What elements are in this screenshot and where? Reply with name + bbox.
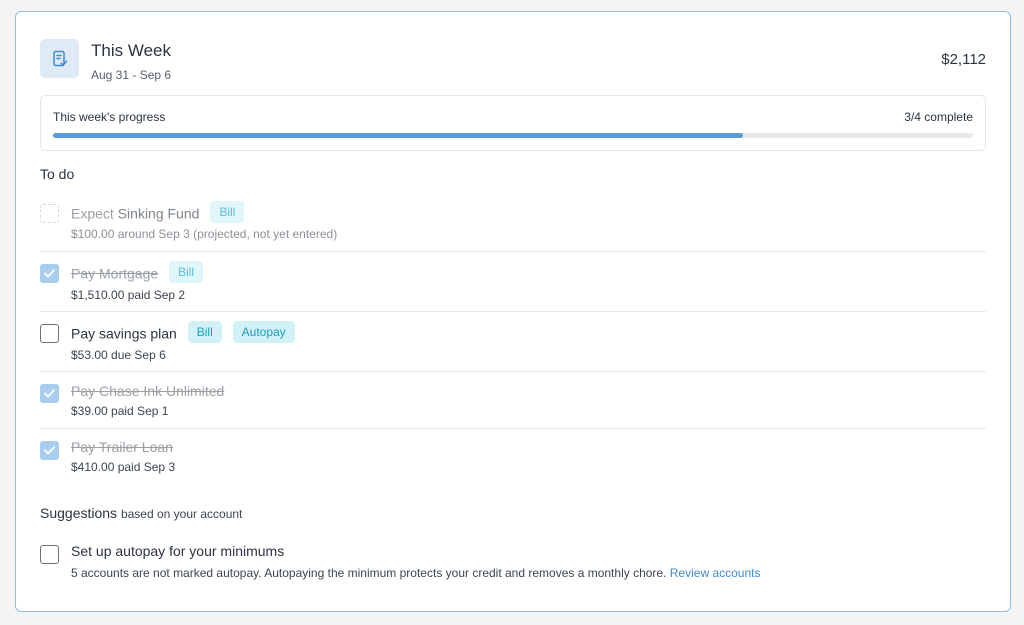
week-total: $2,112 bbox=[941, 51, 986, 68]
bill-badge: Bill bbox=[210, 201, 245, 223]
suggestion-detail: 5 accounts are not marked autopay. Autop… bbox=[71, 566, 760, 580]
task-title: Pay Mortgage bbox=[71, 265, 159, 282]
task-checkbox[interactable] bbox=[40, 384, 59, 403]
task-checkbox[interactable] bbox=[40, 324, 59, 343]
suggestion-row[interactable]: Set up autopay for your minimums 5 accou… bbox=[40, 537, 986, 587]
task-detail: $1,510.00 paid Sep 2 bbox=[71, 288, 186, 302]
progress-panel: This week's progress 3/4 complete bbox=[40, 95, 986, 151]
todo-heading: To do bbox=[40, 166, 75, 182]
task-checkbox[interactable] bbox=[40, 264, 59, 283]
progress-count: 3/4 complete bbox=[904, 110, 973, 124]
task-detail: $100.00 around Sep 3 (projected, not yet… bbox=[71, 227, 338, 241]
bill-badge: Bill bbox=[169, 261, 204, 283]
task-detail: $53.00 due Sep 6 bbox=[71, 348, 166, 362]
autopay-badge: Autopay bbox=[232, 321, 295, 343]
task-checkbox[interactable] bbox=[40, 204, 59, 223]
suggestion-title: Set up autopay for your minimums bbox=[71, 543, 285, 559]
task-detail: $39.00 paid Sep 1 bbox=[71, 404, 169, 418]
suggestions-heading: Suggestions based on your account bbox=[40, 505, 242, 521]
suggestions-subtitle: based on your account bbox=[120, 507, 243, 521]
suggestion-checkbox[interactable] bbox=[40, 545, 59, 564]
date-range: Aug 31 - Sep 6 bbox=[91, 68, 172, 82]
task-row[interactable]: Expect Sinking Fund Bill $100.00 around … bbox=[40, 192, 986, 252]
suggestion-text: 5 accounts are not marked autopay. Autop… bbox=[71, 566, 667, 580]
task-name: Pay savings plan Bill Autopay bbox=[71, 321, 295, 343]
task-detail: $410.00 paid Sep 3 bbox=[71, 460, 176, 474]
card-header: This Week Aug 31 - Sep 6 $2,112 bbox=[40, 39, 986, 83]
task-row[interactable]: Pay Mortgage Bill $1,510.00 paid Sep 2 bbox=[40, 252, 986, 312]
task-title: Sinking Fund bbox=[117, 205, 200, 222]
task-row[interactable]: Pay Chase Ink Unlimited $39.00 paid Sep … bbox=[40, 372, 986, 429]
check-icon bbox=[44, 269, 55, 278]
receipt-check-icon bbox=[40, 39, 79, 78]
task-title: Pay Trailer Loan bbox=[71, 439, 173, 455]
task-prefix: Expect bbox=[71, 205, 114, 222]
task-row[interactable]: Pay Trailer Loan $410.00 paid Sep 3 bbox=[40, 429, 986, 486]
task-title: Pay savings plan bbox=[71, 325, 177, 342]
bill-badge: Bill bbox=[187, 321, 222, 343]
suggestions-title: Suggestions bbox=[40, 505, 118, 521]
check-icon bbox=[44, 389, 55, 398]
task-title: Pay Chase Ink Unlimited bbox=[71, 383, 225, 399]
progress-label: This week's progress bbox=[53, 110, 166, 124]
task-name: Expect Sinking Fund Bill bbox=[71, 201, 245, 223]
task-name: Pay Mortgage Bill bbox=[71, 261, 204, 283]
this-week-card: This Week Aug 31 - Sep 6 $2,112 This wee… bbox=[15, 11, 1011, 612]
task-checkbox[interactable] bbox=[40, 441, 59, 460]
page-title: This Week bbox=[91, 41, 171, 60]
check-icon bbox=[44, 446, 55, 455]
todo-list: Expect Sinking Fund Bill $100.00 around … bbox=[40, 192, 986, 486]
progress-track bbox=[53, 133, 973, 138]
progress-fill bbox=[53, 133, 743, 138]
review-accounts-link[interactable]: Review accounts bbox=[670, 566, 761, 580]
task-row[interactable]: Pay savings plan Bill Autopay $53.00 due… bbox=[40, 312, 986, 372]
